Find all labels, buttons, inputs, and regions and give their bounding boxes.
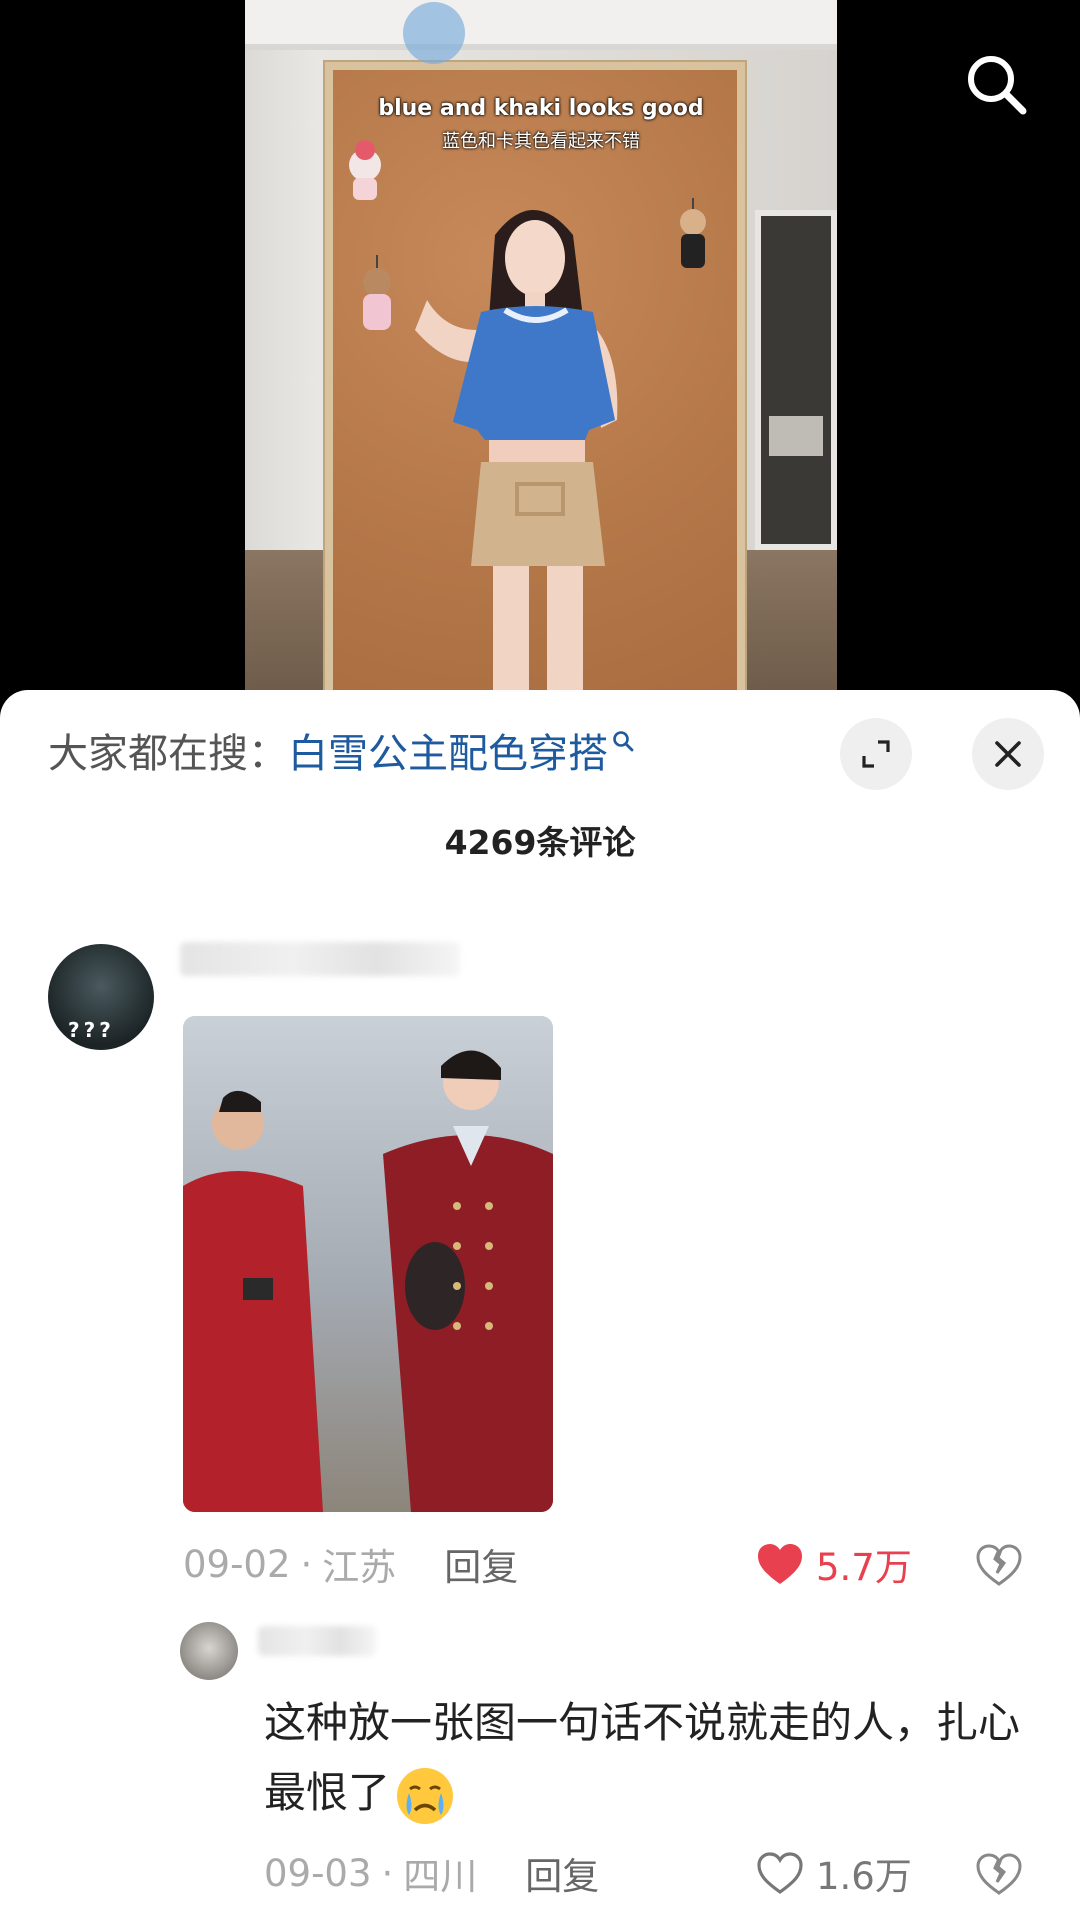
expand-icon (862, 740, 890, 768)
crying-face-icon (397, 1767, 454, 1824)
video-caption-chinese: 蓝色和卡其色看起来不错 (442, 131, 640, 152)
reply-text-body: 这种放一张图一句话不说就走的人，扎心最恨了 (264, 1698, 1021, 1817)
like-count: 5.7万 (816, 1546, 912, 1589)
reply-date: 09-03 (264, 1851, 372, 1895)
trending-search-prefix: 大家都在搜： (48, 731, 288, 777)
comment-location: 江苏 (322, 1546, 397, 1589)
comment-photo[interactable] (183, 1016, 553, 1512)
video-player[interactable]: blue and khaki looks good 蓝色和卡其色看起来不错 (245, 0, 837, 700)
meta-separator: · (300, 1542, 313, 1586)
trending-search-keyword[interactable]: 白雪公主配色穿搭 (288, 726, 608, 782)
close-icon (995, 741, 1021, 767)
dislike-button[interactable] (974, 1540, 1024, 1590)
small-search-icon (612, 726, 634, 782)
app-screen: blue and khaki looks good 蓝色和卡其色看起来不错 大家… (0, 0, 1080, 1919)
comment-meta: 09-02 · 江苏 回复 (183, 1534, 518, 1594)
avatar-marks: ??? (68, 1018, 115, 1042)
reply-avatar[interactable] (180, 1622, 238, 1680)
charm-right (680, 198, 706, 268)
commenter-name-blurred[interactable] (180, 942, 460, 976)
reply-text: 这种放一张图一句话不说就走的人，扎心最恨了 (264, 1688, 1034, 1828)
like-button[interactable]: 1.6万 (756, 1843, 912, 1903)
trending-search-bar[interactable]: 大家都在搜： 白雪公主配色穿搭 (48, 726, 634, 782)
reply-button[interactable]: 回复 (444, 1537, 518, 1591)
like-count: 1.6万 (816, 1855, 912, 1898)
comment-count: 4269条评论 (444, 823, 636, 862)
reply-meta: 09-03 · 四川 回复 (264, 1843, 599, 1903)
close-button[interactable] (972, 718, 1044, 790)
comment-photo-scene (183, 1016, 553, 1512)
broken-heart-icon (976, 1853, 1022, 1895)
comment-date: 09-02 (183, 1542, 291, 1586)
meta-separator: · (381, 1851, 394, 1895)
commenter-avatar[interactable]: ??? (48, 944, 154, 1050)
broken-heart-icon (976, 1544, 1022, 1586)
reply-location: 四川 (403, 1855, 478, 1898)
search-button[interactable] (960, 48, 1032, 120)
reply-button[interactable]: 回复 (525, 1846, 599, 1900)
heart-filled-icon (758, 1544, 802, 1584)
comment-sheet: 大家都在搜： 白雪公主配色穿搭 4269条评论 ??? 09-02 · 江苏 回… (0, 690, 1080, 1919)
video-caption-english: blue and khaki looks good (378, 96, 704, 121)
charm-left-bottom (363, 255, 391, 330)
reply-name-blurred[interactable] (258, 1626, 376, 1656)
search-icon (968, 56, 1027, 115)
heart-outline-icon (757, 1852, 803, 1894)
expand-button[interactable] (840, 718, 912, 790)
like-button[interactable]: 5.7万 (756, 1534, 912, 1594)
dislike-button[interactable] (974, 1849, 1024, 1899)
